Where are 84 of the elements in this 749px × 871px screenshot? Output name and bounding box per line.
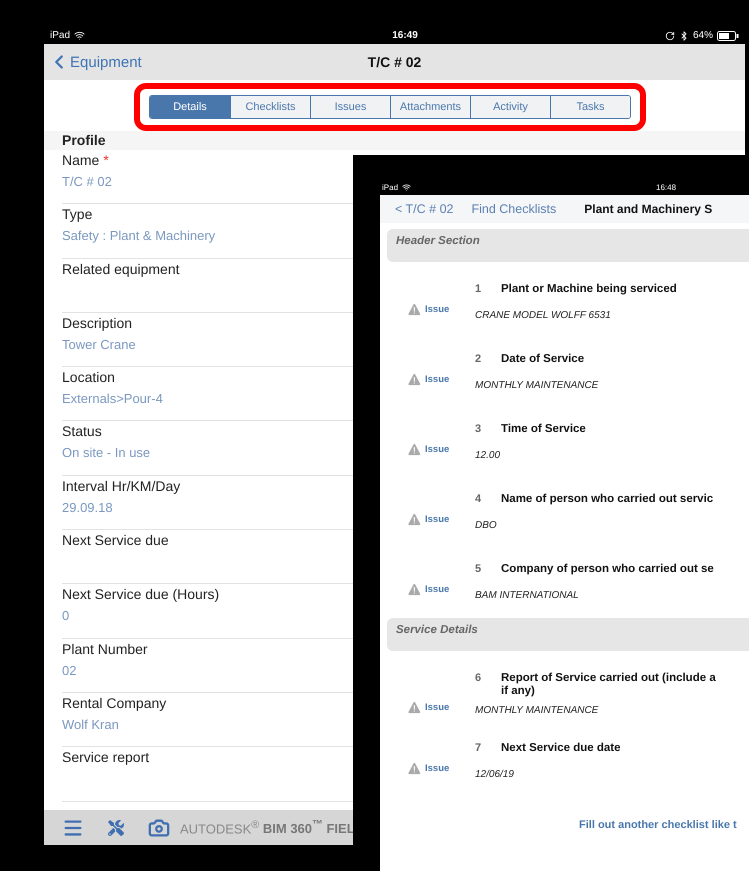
bluetooth-icon bbox=[678, 30, 689, 40]
section-header: Service Details bbox=[387, 618, 749, 651]
issue-button[interactable]: Issue bbox=[407, 512, 450, 527]
segment-tab[interactable]: Details bbox=[150, 96, 230, 118]
answer-text: BAM INTERNATIONAL bbox=[475, 590, 580, 603]
field-value: T/C # 02 bbox=[62, 174, 112, 189]
screen-title: T/C # 02 bbox=[368, 54, 422, 70]
segment-tab[interactable]: Activity bbox=[470, 96, 550, 118]
field-label: Location bbox=[62, 369, 115, 386]
status-time: 16:49 bbox=[392, 30, 418, 41]
battery-percentage: 64% bbox=[692, 30, 713, 41]
warning-icon bbox=[407, 512, 422, 527]
field-label: Next Service due bbox=[62, 532, 169, 548]
question-number: 6 bbox=[475, 672, 482, 686]
warning-icon bbox=[407, 700, 422, 715]
question-title: Date of Service bbox=[501, 353, 586, 367]
back-link[interactable]: Equipment bbox=[70, 54, 142, 70]
section-header: Profile bbox=[44, 131, 745, 150]
answer-text: MONTHLY MAINTENANCE bbox=[475, 705, 600, 718]
segment-tab[interactable]: Tasks bbox=[550, 96, 630, 118]
tools-icon[interactable] bbox=[108, 820, 124, 836]
section-header: Header Section bbox=[387, 229, 749, 262]
issue-button[interactable]: Issue bbox=[407, 700, 450, 715]
question-number: 7 bbox=[475, 742, 482, 756]
field-label: Interval Hr/KM/Day bbox=[62, 478, 180, 494]
field-label: Type bbox=[62, 206, 92, 222]
warning-icon bbox=[407, 761, 422, 776]
question-title: Name of person who carried out servic bbox=[501, 493, 714, 507]
question-number: 5 bbox=[475, 563, 482, 577]
issue-button[interactable]: Issue bbox=[407, 761, 450, 776]
question-number: 1 bbox=[475, 283, 482, 297]
checklist-title: Plant and Machinery S bbox=[584, 202, 712, 216]
warning-icon bbox=[407, 582, 422, 597]
warning-icon bbox=[407, 442, 422, 457]
field-value: 0 bbox=[62, 608, 70, 624]
answer-text: DBO bbox=[475, 520, 498, 533]
device-name: iPad bbox=[50, 30, 70, 41]
field-value: Safety : Plant & Machinery bbox=[62, 228, 216, 244]
field-value: Wolf Kran bbox=[62, 716, 119, 732]
question-title: Company of person who carried out se bbox=[501, 563, 715, 577]
find-checklists-link[interactable]: Find Checklists bbox=[471, 202, 556, 216]
warning-icon bbox=[407, 302, 422, 317]
field-label: Next Service due (Hours) bbox=[62, 586, 220, 602]
battery-icon bbox=[716, 30, 739, 40]
question-title: Next Service due date bbox=[501, 742, 622, 756]
field-label: Related equipment bbox=[62, 260, 180, 277]
back-link[interactable]: < T/C # 02 bbox=[395, 202, 454, 216]
answer-text: 12.00 bbox=[475, 450, 502, 463]
issue-button[interactable]: Issue bbox=[407, 582, 450, 597]
field-label: Rental Company bbox=[62, 694, 166, 711]
required-marker: * bbox=[103, 152, 109, 168]
question-title: Plant or Machine being serviced bbox=[501, 283, 678, 297]
segment-tab[interactable]: Attachments bbox=[390, 96, 470, 118]
brand-name: AUTODESK$^{®}$ BIM 360$^{™}$ FIEL bbox=[180, 818, 355, 836]
issue-button[interactable]: Issue bbox=[407, 302, 450, 317]
segment-tab[interactable]: Checklists bbox=[230, 96, 310, 118]
device-name: iPad bbox=[382, 183, 398, 192]
question-number: 2 bbox=[475, 353, 482, 367]
issue-button[interactable]: Issue bbox=[407, 372, 450, 387]
issue-button[interactable]: Issue bbox=[407, 442, 450, 457]
question-number: 4 bbox=[475, 493, 482, 507]
status-time: 16:48 bbox=[656, 183, 676, 192]
field-value: 29.09.18 bbox=[62, 500, 113, 515]
answer-text: CRANE MODEL WOLFF 6531 bbox=[475, 310, 612, 323]
question-title: Time of Service bbox=[501, 423, 587, 437]
answer-text: MONTHLY MAINTENANCE bbox=[475, 380, 600, 393]
segment-tab[interactable]: Issues bbox=[310, 96, 390, 118]
field-label: Plant Number bbox=[62, 640, 148, 657]
field-label: Status bbox=[62, 423, 102, 440]
field-label: Description bbox=[62, 314, 132, 331]
wifi-icon bbox=[402, 183, 412, 192]
field-value: Tower Crane bbox=[62, 336, 136, 352]
field-label: Service report bbox=[62, 749, 150, 766]
field-value: 02 bbox=[62, 662, 76, 678]
answer-text: 12/06/19 bbox=[475, 768, 515, 782]
fill-another-link[interactable]: Fill out another checklist like t bbox=[579, 819, 749, 831]
field-value: Externals>Pour-4 bbox=[62, 391, 163, 406]
warning-icon bbox=[407, 372, 422, 387]
field-value: On site - In use bbox=[62, 445, 150, 460]
question-number: 3 bbox=[475, 423, 482, 437]
question-title: Report of Service carried out (include a if any) bbox=[501, 672, 717, 699]
field-label: Name bbox=[62, 152, 100, 168]
wifi-icon bbox=[74, 30, 86, 41]
camera-icon[interactable] bbox=[148, 816, 170, 838]
